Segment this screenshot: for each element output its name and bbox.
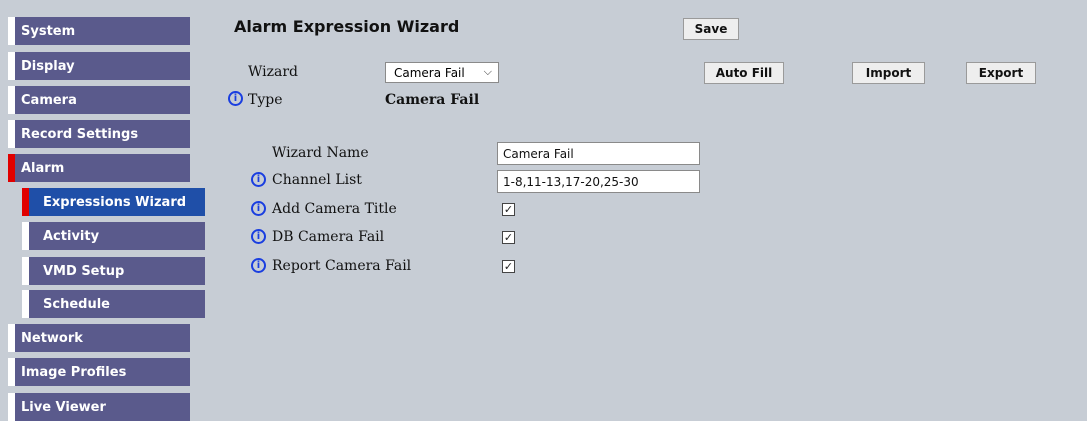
info-icon[interactable]: i bbox=[251, 229, 266, 244]
auto-fill-button[interactable]: Auto Fill bbox=[704, 62, 784, 84]
sidebar-item-camera[interactable]: Camera bbox=[8, 86, 190, 114]
wizard-select-value: Camera Fail bbox=[394, 65, 465, 80]
app-window: System Display Camera Record Settings Al… bbox=[0, 0, 1087, 421]
sidebar-item-network[interactable]: Network bbox=[8, 324, 190, 352]
channel-list-input[interactable] bbox=[497, 170, 700, 193]
sidebar-item-label: Camera bbox=[21, 92, 77, 108]
sidebar-item-system[interactable]: System bbox=[8, 17, 190, 45]
db-camera-fail-checkbox[interactable]: ✓ bbox=[502, 231, 515, 244]
sidebar-item-label: Alarm bbox=[21, 160, 65, 176]
channel-list-label: Channel List bbox=[272, 172, 362, 188]
sidebar-item-schedule[interactable]: Schedule bbox=[22, 290, 205, 318]
type-label: Type bbox=[248, 92, 283, 108]
wizard-select[interactable]: Camera Fail ⌵ bbox=[385, 62, 499, 83]
info-icon[interactable]: i bbox=[251, 201, 266, 216]
add-camera-title-label: Add Camera Title bbox=[272, 201, 397, 217]
import-button[interactable]: Import bbox=[852, 62, 925, 84]
sidebar-item-display[interactable]: Display bbox=[8, 52, 190, 80]
page-title: Alarm Expression Wizard bbox=[234, 17, 460, 36]
sidebar-item-label: Schedule bbox=[43, 296, 110, 312]
wizard-name-label: Wizard Name bbox=[272, 145, 369, 161]
wizard-name-input[interactable] bbox=[497, 142, 700, 165]
add-camera-title-checkbox[interactable]: ✓ bbox=[502, 203, 515, 216]
export-button[interactable]: Export bbox=[966, 62, 1036, 84]
sidebar-item-label: Live Viewer bbox=[21, 399, 106, 415]
save-button[interactable]: Save bbox=[683, 18, 739, 40]
report-camera-fail-label: Report Camera Fail bbox=[272, 258, 412, 274]
check-icon: ✓ bbox=[503, 203, 514, 216]
report-camera-fail-checkbox[interactable]: ✓ bbox=[502, 260, 515, 273]
sidebar-item-label: Record Settings bbox=[21, 126, 139, 142]
sidebar-item-label: System bbox=[21, 23, 76, 39]
sidebar-item-alarm[interactable]: Alarm bbox=[8, 154, 190, 182]
sidebar-item-label: Expressions Wizard bbox=[43, 194, 187, 210]
check-icon: ✓ bbox=[503, 231, 514, 244]
sidebar-item-label: VMD Setup bbox=[43, 263, 125, 279]
sidebar-item-label: Display bbox=[21, 58, 75, 74]
info-icon[interactable]: i bbox=[228, 91, 243, 106]
chevron-down-icon: ⌵ bbox=[483, 65, 492, 78]
wizard-label: Wizard bbox=[248, 64, 298, 80]
info-icon[interactable]: i bbox=[251, 258, 266, 273]
sidebar-item-label: Image Profiles bbox=[21, 364, 127, 380]
sidebar-item-label: Network bbox=[21, 330, 83, 346]
sidebar-item-expressions-wizard[interactable]: Expressions Wizard bbox=[22, 188, 205, 216]
sidebar-item-label: Activity bbox=[43, 228, 100, 244]
type-value: Camera Fail bbox=[385, 92, 480, 108]
sidebar-item-live-viewer[interactable]: Live Viewer bbox=[8, 393, 190, 421]
check-icon: ✓ bbox=[503, 260, 514, 273]
sidebar-item-vmd-setup[interactable]: VMD Setup bbox=[22, 257, 205, 285]
sidebar-item-image-profiles[interactable]: Image Profiles bbox=[8, 358, 190, 386]
info-icon[interactable]: i bbox=[251, 172, 266, 187]
sidebar-item-record-settings[interactable]: Record Settings bbox=[8, 120, 190, 148]
db-camera-fail-label: DB Camera Fail bbox=[272, 229, 385, 245]
sidebar-item-activity[interactable]: Activity bbox=[22, 222, 205, 250]
